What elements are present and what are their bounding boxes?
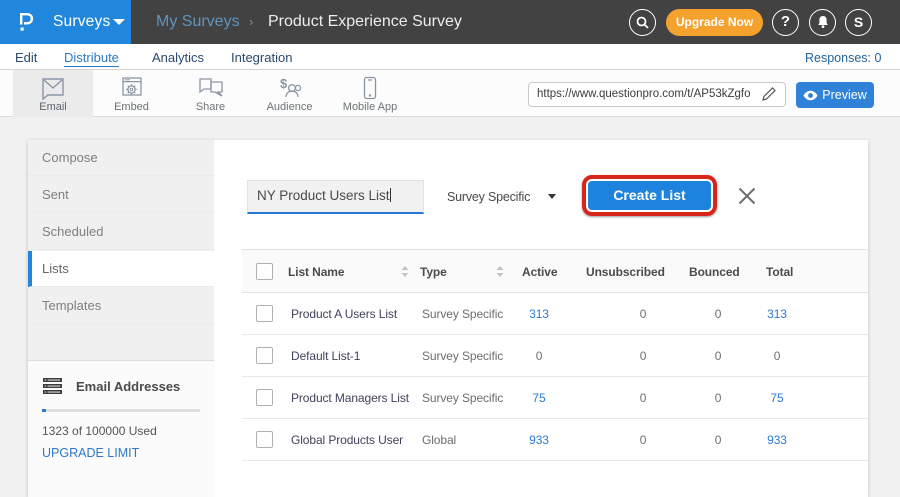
svg-text:$: $: [280, 76, 288, 91]
